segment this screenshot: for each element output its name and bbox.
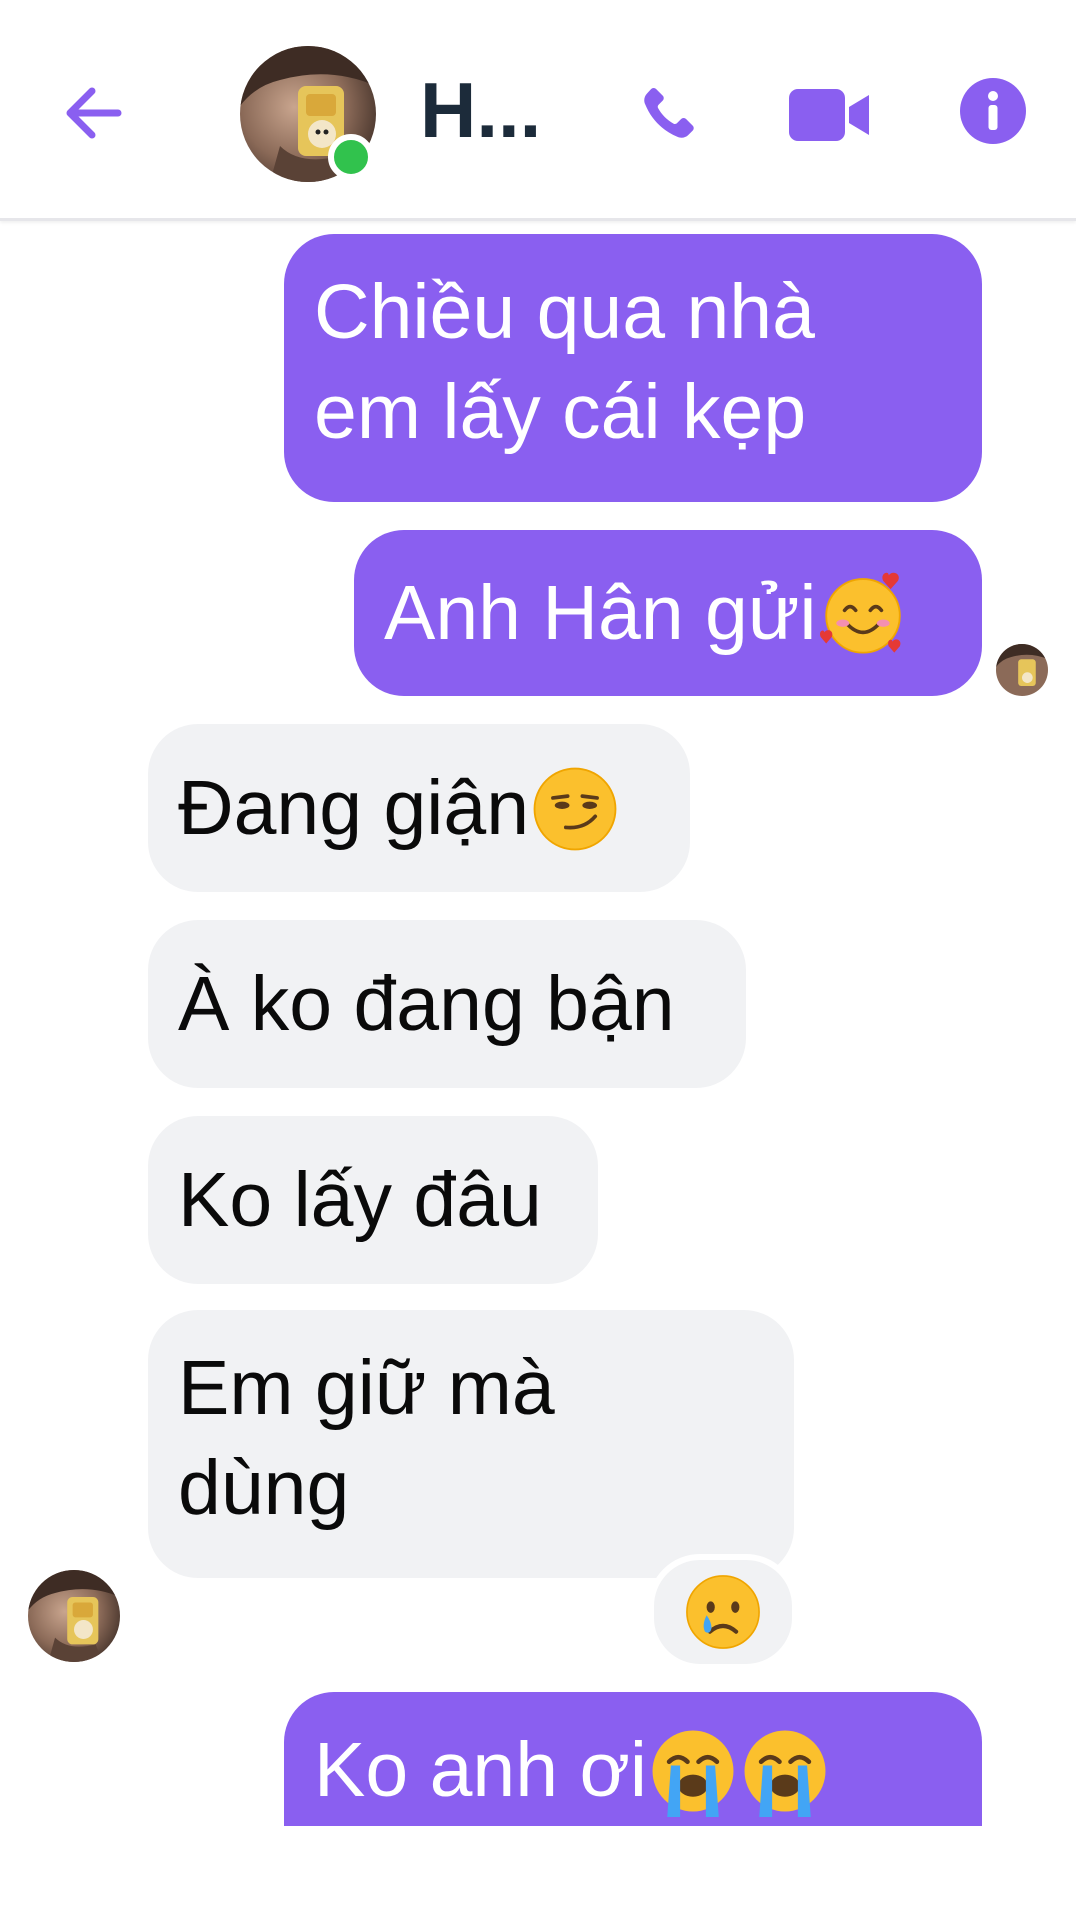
- smiling-face-with-hearts-icon: [819, 572, 901, 654]
- outgoing-message[interactable]: Anh Hân gửi: [354, 530, 982, 696]
- bottom-crop-area: [0, 1826, 1076, 1920]
- video-call-button[interactable]: [784, 80, 874, 150]
- incoming-message[interactable]: À ko đang bận: [148, 920, 746, 1088]
- incoming-message[interactable]: Ko lấy đâu: [148, 1116, 598, 1284]
- video-camera-icon: [789, 89, 869, 141]
- message-text-line: dùng: [178, 1445, 350, 1531]
- outgoing-message[interactable]: Chiều qua nhà em lấy cái kẹp: [284, 234, 982, 502]
- message-text-line: Em giữ mà: [178, 1345, 555, 1431]
- crying-face-icon: [686, 1575, 760, 1649]
- message-text: Anh Hân gửi: [384, 570, 817, 656]
- message-text-line: Chiều qua nhà: [314, 269, 815, 355]
- info-icon: [960, 78, 1026, 144]
- message-text: Ko anh ơi: [314, 1727, 648, 1813]
- message-text: À ko đang bận: [178, 961, 675, 1047]
- contact-name[interactable]: H...: [420, 60, 541, 160]
- message-text: Ko lấy đâu: [178, 1157, 542, 1243]
- sender-avatar[interactable]: [28, 1570, 120, 1662]
- contact-avatar-container[interactable]: [240, 46, 376, 182]
- message-text: Đang giận: [178, 765, 530, 851]
- incoming-message[interactable]: Em giữ mà dùng: [148, 1310, 794, 1578]
- online-status-dot: [328, 134, 374, 180]
- read-receipt-avatar: [996, 644, 1048, 696]
- loudly-crying-face-icon: [744, 1730, 826, 1817]
- phone-icon: [644, 88, 694, 138]
- loudly-crying-face-icon: [652, 1730, 734, 1817]
- info-button[interactable]: [958, 76, 1028, 146]
- message-text-line: em lấy cái kẹp: [314, 369, 807, 455]
- chat-header: H...: [0, 0, 1076, 221]
- voice-call-button[interactable]: [626, 76, 706, 156]
- back-button[interactable]: [58, 78, 128, 148]
- message-reaction[interactable]: [648, 1554, 798, 1670]
- back-arrow-icon: [66, 87, 122, 139]
- chat-screen: H... Chiều qua nhà em lấy cái kẹp Anh Hâ…: [0, 0, 1076, 1920]
- smirking-face-icon: [533, 767, 617, 851]
- incoming-message[interactable]: Đang giận: [148, 724, 690, 892]
